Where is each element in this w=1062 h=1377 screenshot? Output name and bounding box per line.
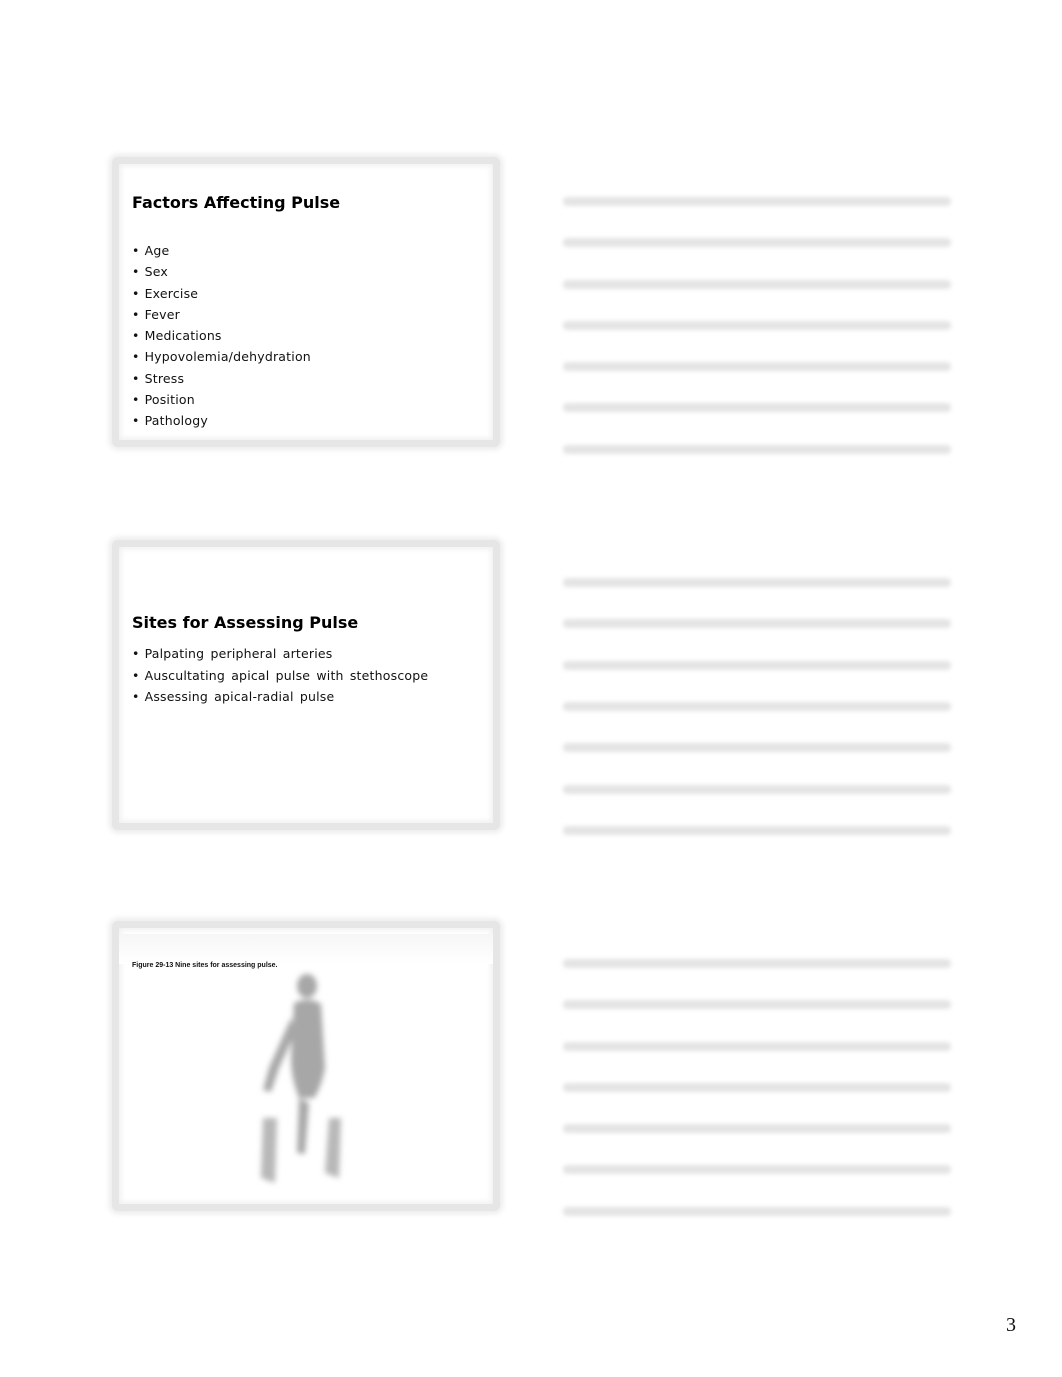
bullet-item: Sex bbox=[132, 261, 311, 282]
note-line[interactable] bbox=[563, 826, 951, 835]
bullet-list: Palpating peripheral arteries Auscultati… bbox=[132, 643, 429, 708]
slide-title: Factors Affecting Pulse bbox=[132, 193, 341, 212]
note-line[interactable] bbox=[563, 1207, 951, 1216]
human-figure-illustration bbox=[261, 974, 341, 1183]
note-line[interactable] bbox=[563, 197, 951, 206]
note-line[interactable] bbox=[563, 785, 951, 794]
note-line[interactable] bbox=[563, 1124, 951, 1133]
bullet-item: Hypovolemia/dehydration bbox=[132, 346, 311, 367]
figure-header-band bbox=[119, 934, 493, 964]
note-line[interactable] bbox=[563, 403, 951, 412]
bullet-item: Palpating peripheral arteries bbox=[132, 643, 428, 665]
note-line[interactable] bbox=[563, 661, 951, 670]
note-line[interactable] bbox=[563, 959, 951, 968]
note-line[interactable] bbox=[563, 1000, 951, 1009]
note-line[interactable] bbox=[563, 362, 951, 371]
bullet-item: Assessing apical-radial pulse bbox=[132, 686, 428, 708]
note-line[interactable] bbox=[563, 238, 951, 247]
bullet-item: Pathology bbox=[132, 410, 311, 431]
bullet-list: Age Sex Exercise Fever Medications Hypov… bbox=[132, 240, 311, 432]
bullet-item: Medications bbox=[132, 325, 311, 346]
bullet-item: Auscultating apical pulse with stethosco… bbox=[132, 665, 429, 687]
slide-figure-pulse-sites: Figure 29-13 Nine sites for assessing pu… bbox=[112, 921, 500, 1211]
note-line[interactable] bbox=[563, 619, 951, 628]
note-line[interactable] bbox=[563, 445, 951, 454]
note-line[interactable] bbox=[563, 702, 951, 711]
note-line[interactable] bbox=[563, 280, 951, 289]
page-number: 3 bbox=[1006, 1314, 1016, 1336]
bullet-item: Age bbox=[132, 240, 311, 261]
bullet-item: Stress bbox=[132, 368, 311, 389]
note-line[interactable] bbox=[563, 321, 951, 330]
note-line[interactable] bbox=[563, 578, 951, 587]
slide-sites-for-assessing-pulse: Sites for Assessing Pulse Palpating peri… bbox=[112, 540, 500, 830]
note-line[interactable] bbox=[563, 1083, 951, 1092]
bullet-item: Fever bbox=[132, 304, 311, 325]
note-line[interactable] bbox=[563, 743, 951, 752]
slide-factors-affecting-pulse: Factors Affecting Pulse Age Sex Exercise… bbox=[112, 157, 500, 447]
slide-title: Sites for Assessing Pulse bbox=[132, 613, 359, 632]
bullet-item: Exercise bbox=[132, 283, 311, 304]
bullet-item: Position bbox=[132, 389, 311, 410]
note-line[interactable] bbox=[563, 1042, 951, 1051]
note-line[interactable] bbox=[563, 1165, 951, 1174]
